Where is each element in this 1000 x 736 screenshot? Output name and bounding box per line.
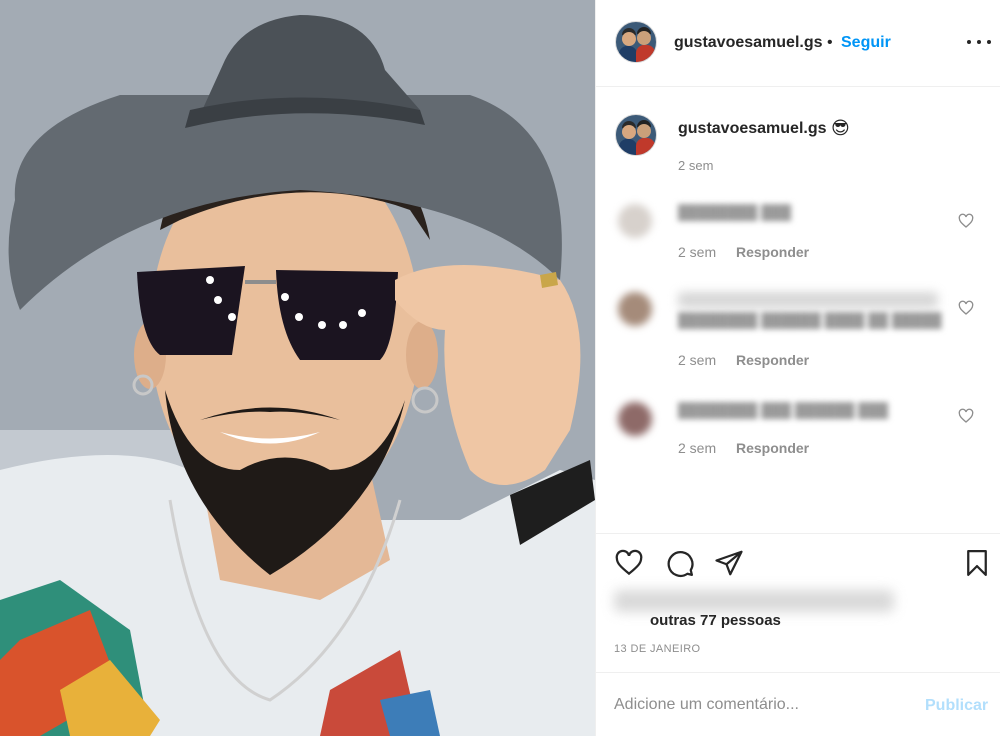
comment-input[interactable] <box>614 693 914 717</box>
caption-username[interactable]: gustavoesamuel.gs <box>678 120 827 138</box>
comment-time: 2 sem <box>678 244 717 260</box>
photo-illustration <box>0 0 595 736</box>
likes-count[interactable]: outras 77 pessoas <box>650 612 781 629</box>
author-username[interactable]: gustavoesamuel.gs <box>674 34 823 52</box>
comment-avatar[interactable] <box>618 292 652 326</box>
comment-avatar[interactable] <box>618 402 652 436</box>
bookmark-icon[interactable] <box>962 548 992 578</box>
author-avatar[interactable] <box>615 21 657 63</box>
post-date[interactable]: 13 DE JANEIRO <box>614 643 701 655</box>
comment-like-icon[interactable] <box>958 408 974 424</box>
follow-button[interactable]: Seguir <box>841 34 891 52</box>
likes-blurred-avatars <box>614 590 894 612</box>
paper-plane-icon[interactable] <box>714 548 744 578</box>
post-header: gustavoesamuel.gs • Seguir <box>596 0 1000 87</box>
publish-button[interactable]: Publicar <box>925 697 988 715</box>
comment-time: 2 sem <box>678 440 717 456</box>
comment-text: ████████ ██████ ████ ██ █████ <box>678 312 942 328</box>
heart-icon[interactable] <box>614 548 644 578</box>
comment-like-icon[interactable] <box>958 213 974 229</box>
comment-text-blur <box>678 292 938 308</box>
more-options-icon[interactable] <box>967 32 991 52</box>
comment-icon[interactable] <box>665 548 695 578</box>
comment-avatar[interactable] <box>618 204 652 238</box>
comment-like-icon[interactable] <box>958 300 974 316</box>
post-photo[interactable] <box>0 0 595 736</box>
actions-divider <box>596 533 1000 534</box>
caption-avatar[interactable] <box>615 114 657 156</box>
post-sidebar: gustavoesamuel.gs • Seguir gustavoesamue… <box>595 0 1000 736</box>
reply-button[interactable]: Responder <box>736 352 809 368</box>
comment-text: ████████ ███ <box>678 204 791 220</box>
header-separator: • <box>827 34 833 51</box>
reply-button[interactable]: Responder <box>736 244 809 260</box>
reply-button[interactable]: Responder <box>736 440 809 456</box>
caption-time: 2 sem <box>678 158 714 173</box>
comment-bar: Publicar <box>596 672 1000 736</box>
caption-emoji: 😎 <box>831 118 850 138</box>
comment-time: 2 sem <box>678 352 717 368</box>
comment-text: ████████ ███ ██████ ███ <box>678 402 889 418</box>
